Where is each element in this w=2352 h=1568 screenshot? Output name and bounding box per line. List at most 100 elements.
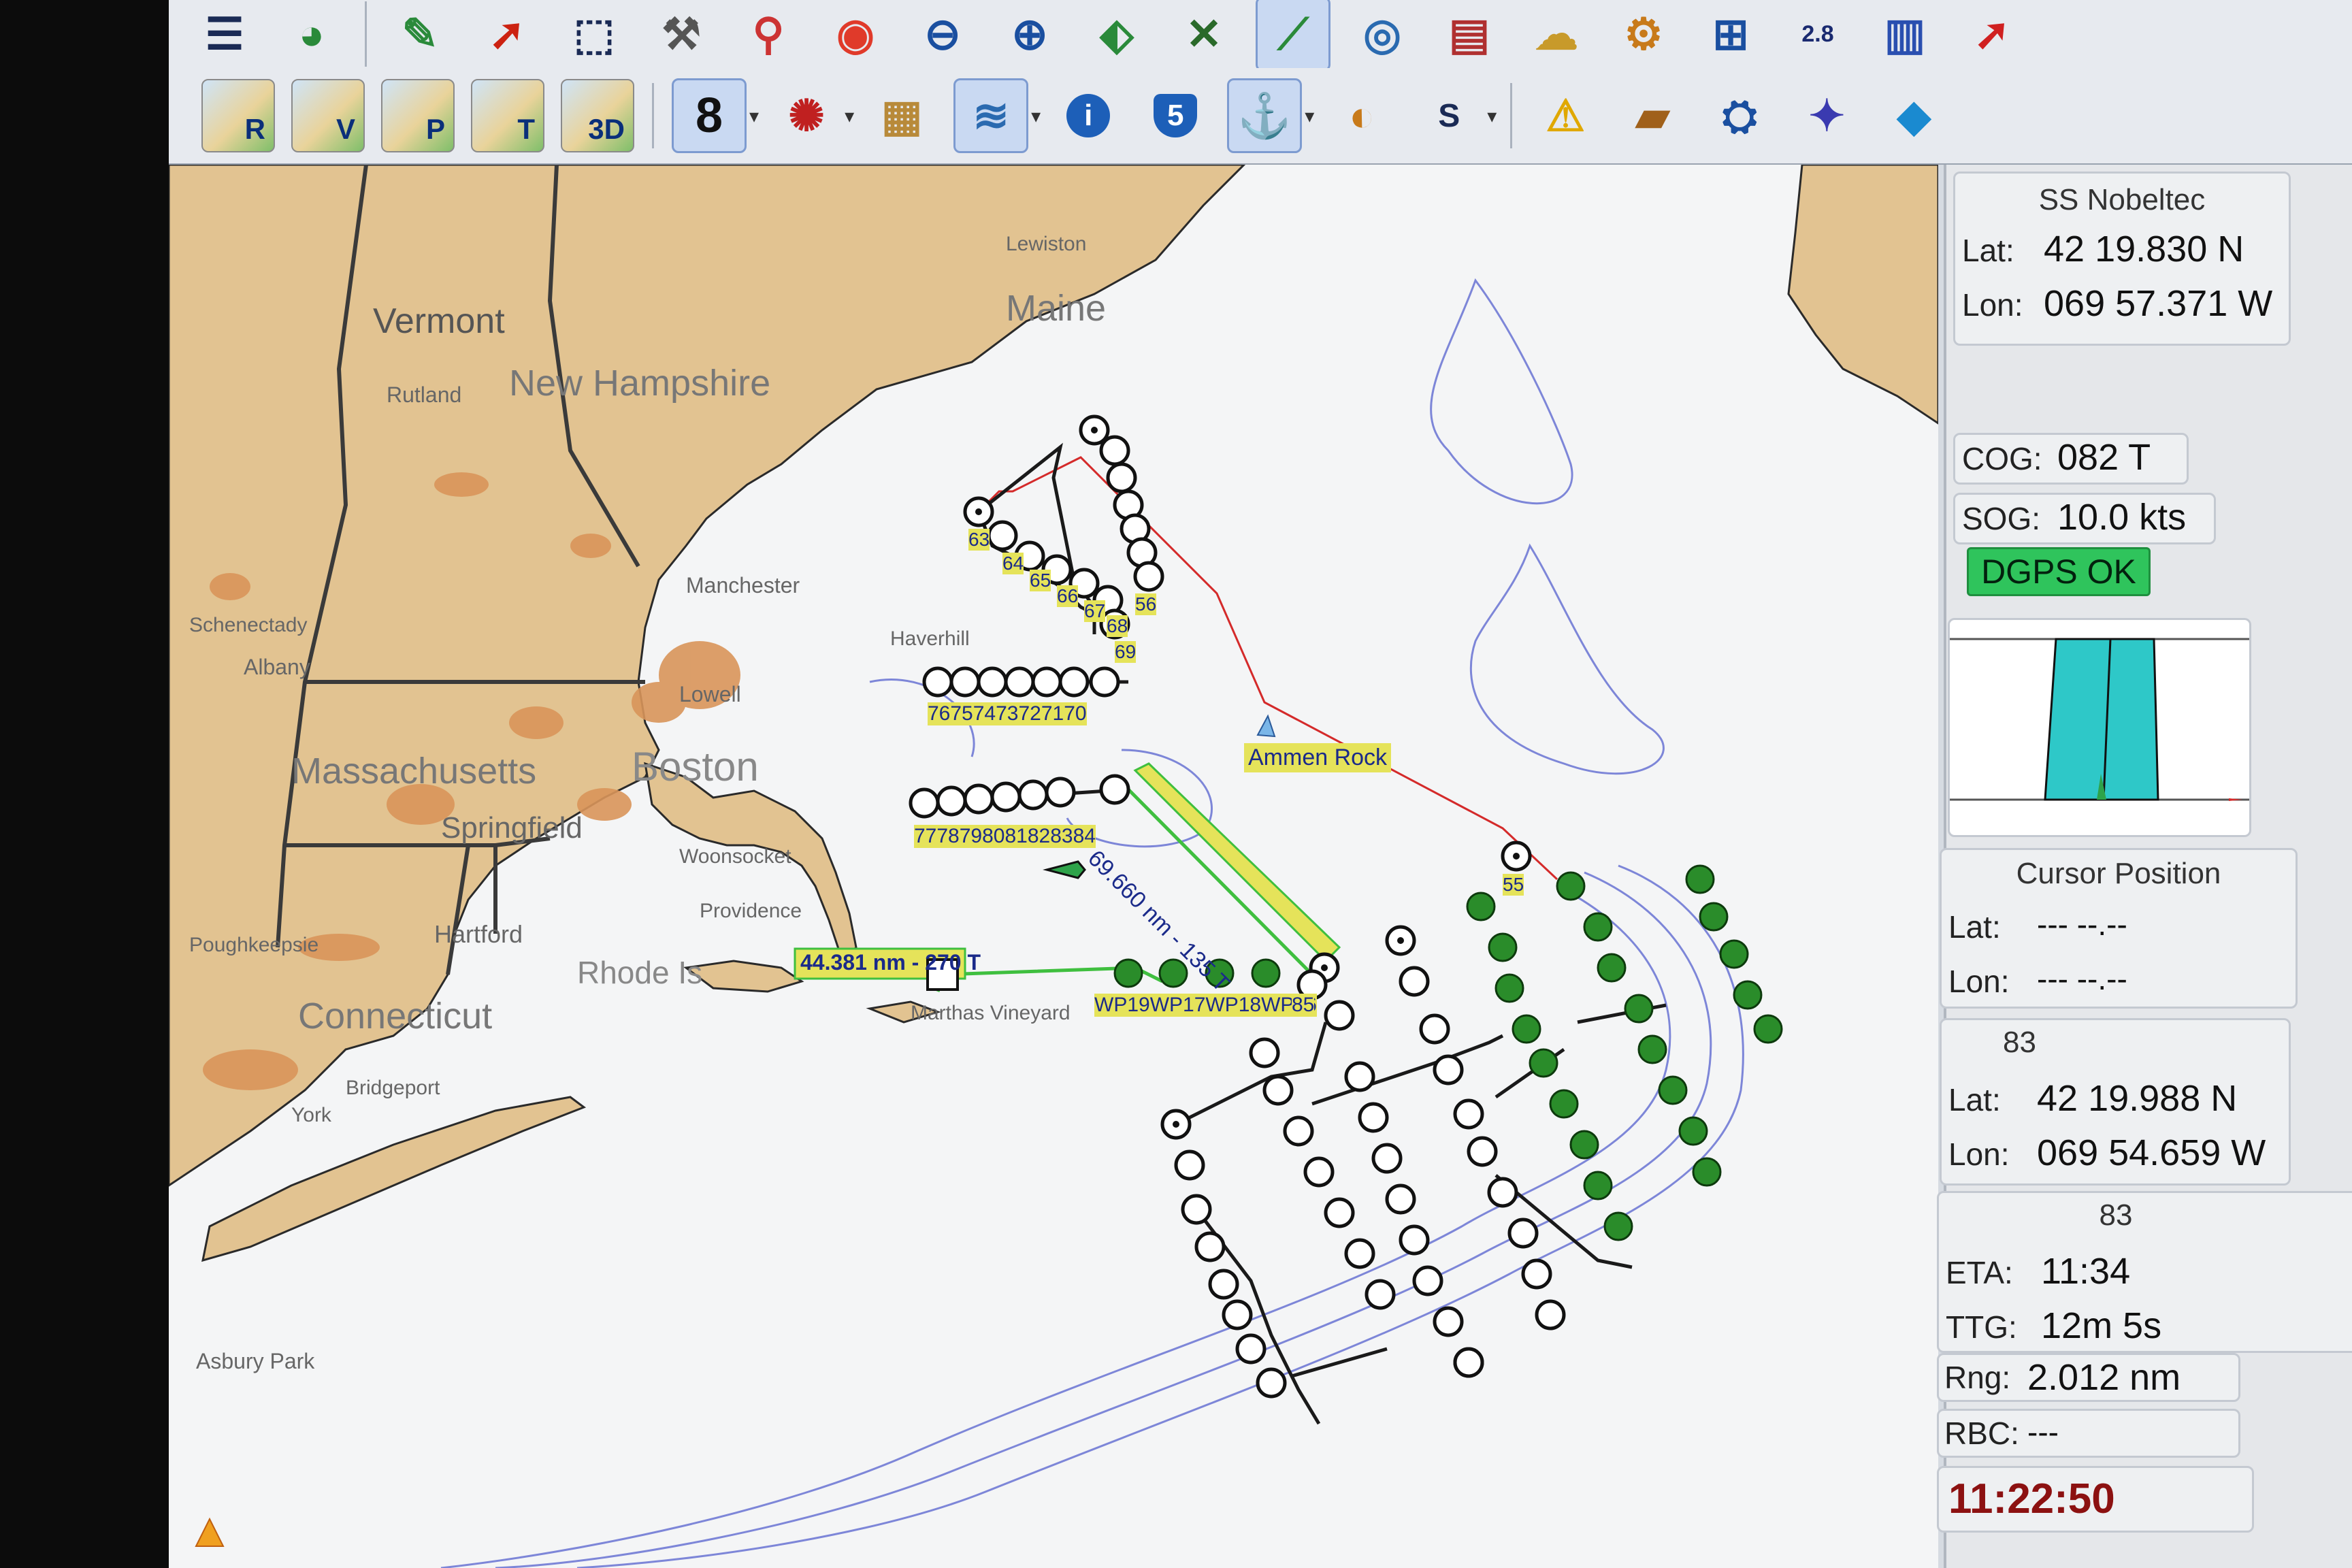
shield-5-icon[interactable]: 5 xyxy=(1140,80,1211,151)
map-pin-icon[interactable]: ⚲ xyxy=(733,0,804,69)
zoom-level-icon[interactable]: 8 xyxy=(672,78,747,153)
vector-chart-icon[interactable]: V xyxy=(291,79,365,152)
chevron-down-icon[interactable]: ▾ xyxy=(1487,105,1497,127)
gem-icon[interactable]: ◆ xyxy=(1878,80,1949,151)
arrow-icon[interactable]: ➚ xyxy=(1957,0,2027,69)
sog-box: SOG: 10.0 kts xyxy=(1953,493,2216,544)
hammer-icon[interactable]: ⚒ xyxy=(646,0,717,69)
label-poughkeepsie: Poughkeepsie xyxy=(189,934,319,956)
rbc-value: --- xyxy=(2027,1414,2059,1450)
globe-icon[interactable]: ◕ xyxy=(276,0,347,69)
label-manchester: Manchester xyxy=(686,573,800,598)
nautical-chart-map[interactable]: Vermont New Hampshire Maine Massachusett… xyxy=(169,165,1938,1568)
chevron-down-icon[interactable]: ▾ xyxy=(1305,105,1314,127)
terrain-chart-icon[interactable]: T xyxy=(471,79,544,152)
cursor-position-title: Cursor Position xyxy=(2016,857,2221,890)
label-connecticut: Connecticut xyxy=(298,996,493,1036)
chevron-down-icon[interactable]: ▾ xyxy=(1031,105,1041,127)
3d-chart-icon[interactable]: 3D xyxy=(561,79,634,152)
waypoint-lon-value: 069 54.659 W xyxy=(2037,1132,2266,1173)
photo-chart-icon[interactable]: P xyxy=(381,79,455,152)
waypoint-lon-label: Lon: xyxy=(1948,1137,2010,1172)
chevron-down-icon[interactable]: ▾ xyxy=(845,105,854,127)
target-icon[interactable]: ◎ xyxy=(1347,0,1418,69)
anchor-icon[interactable]: ⚓ xyxy=(1227,78,1303,153)
raster-chart-icon[interactable]: R xyxy=(201,79,275,152)
zoom-level-label: 8 xyxy=(695,88,723,143)
label-bridgeport: Bridgeport xyxy=(346,1077,440,1099)
dgps-status-badge: DGPS OK xyxy=(1967,547,2151,596)
ttg-value: 12m 5s xyxy=(2041,1305,2162,1346)
waypoint-label: 65 xyxy=(1030,570,1051,591)
gps-histogram xyxy=(1948,618,2251,837)
label-lowell: Lowell xyxy=(679,682,741,706)
waypoint-lat-value: 42 19.988 N xyxy=(2037,1078,2238,1119)
zoom-in-icon[interactable]: ⊕ xyxy=(994,0,1065,69)
rbc-box: RBC: --- xyxy=(1937,1409,2240,1458)
shield-label: 5 xyxy=(1154,94,1198,137)
3d-chart-label: 3D xyxy=(588,113,625,145)
route-icon[interactable]: ⟋ xyxy=(1256,0,1330,71)
label-haverhill: Haverhill xyxy=(890,627,970,650)
label-vermont: Vermont xyxy=(373,301,505,341)
select-box-icon[interactable]: ⬚ xyxy=(559,0,630,69)
waypoint-box: 83 Lat: 42 19.988 N Lon: 069 54.659 W xyxy=(1940,1018,2291,1186)
select-cursor-icon[interactable]: ➚ xyxy=(472,0,542,69)
waypoint-title: 83 xyxy=(2003,1026,2036,1059)
network-icon[interactable]: ⛭ xyxy=(1704,80,1775,151)
chart-overlay-icon[interactable]: ▦ xyxy=(866,80,937,151)
label-asbury-park: Asbury Park xyxy=(196,1349,315,1373)
label-maine: Maine xyxy=(1006,288,1107,329)
waypoint-label: WP19WP17WP18WP16 xyxy=(1094,994,1317,1017)
histogram-svg xyxy=(1950,638,2249,801)
ruler-icon[interactable]: 2.8 xyxy=(1782,0,1853,69)
label-ammen-rock: Ammen Rock xyxy=(1244,743,1392,772)
cursor-lat-label: Lat: xyxy=(1948,909,2001,945)
waypoint-lat-label: Lat: xyxy=(1948,1082,2001,1117)
weather-icon[interactable]: ☁ xyxy=(1521,0,1592,69)
label-albany: Albany xyxy=(244,655,310,679)
lifebuoy-icon[interactable]: ◉ xyxy=(820,0,891,69)
gear-icon[interactable]: ⚙ xyxy=(1608,0,1679,69)
waypoint-label: 66 xyxy=(1057,585,1079,607)
compass-icon[interactable]: ✕ xyxy=(1169,0,1239,69)
wizard-icon[interactable]: ✦ xyxy=(1791,80,1862,151)
terrain-chart-label: T xyxy=(517,113,535,145)
s-tool-label: S xyxy=(1438,97,1460,134)
route-distance-label-2: 44.381 nm - 270 T xyxy=(800,950,981,975)
sog-value: 10.0 kts xyxy=(2057,497,2187,538)
waypoint-label: 76757473727170 xyxy=(928,702,1087,725)
info-panel: SS Nobeltec Lat: 42 19.830 N Lon: 069 57… xyxy=(1937,165,2352,1568)
palette-icon[interactable]: ◐ xyxy=(1326,80,1397,151)
pen-icon[interactable]: ✎ xyxy=(385,0,455,69)
photo-chart-label: P xyxy=(425,113,445,145)
ttg-label: TTG: xyxy=(1946,1309,2017,1345)
label-boston: Boston xyxy=(632,744,759,789)
waypoint-label: 55 xyxy=(1503,874,1524,896)
clock: 11:22:50 xyxy=(1948,1475,2115,1522)
radar-icon[interactable]: ✺ xyxy=(771,80,842,151)
zoom-out-icon[interactable]: ⊖ xyxy=(907,0,978,69)
chartbook-icon[interactable]: ▰ xyxy=(1617,80,1688,151)
cog-label: COG: xyxy=(1962,441,2042,476)
info-icon[interactable]: i xyxy=(1053,80,1124,151)
marker-icon[interactable]: ⬖ xyxy=(1081,0,1152,69)
layers-icon[interactable]: ▤ xyxy=(1434,0,1505,69)
depth-shading-icon[interactable]: ≋ xyxy=(953,78,1029,153)
phone-icon[interactable]: ▥ xyxy=(1869,0,1940,69)
range-label: Rng: xyxy=(1944,1360,2011,1395)
raster-chart-label: R xyxy=(244,113,265,145)
s-tool-icon[interactable]: S xyxy=(1414,80,1484,151)
chevron-down-icon[interactable]: ▾ xyxy=(749,105,759,127)
sog-label: SOG: xyxy=(1962,501,2041,536)
waypoint-label: 69 xyxy=(1115,641,1137,663)
properties-icon[interactable]: ☰ xyxy=(189,0,260,69)
range-value: 2.012 nm xyxy=(2027,1357,2181,1398)
split-view-icon[interactable]: ⊞ xyxy=(1695,0,1766,69)
vessel-lon-value: 069 57.371 W xyxy=(2044,283,2273,324)
cursor-position-box: Cursor Position Lat: --- --.-- Lon: --- … xyxy=(1940,848,2298,1009)
top-toolbar: ☰ ◕ ✎ ➚ ⬚ ⚒ ⚲ ◉ ⊖ ⊕ ⬖ ✕ ⟋ ◎ ▤ ☁ ⚙ ⊞ 2.8 … xyxy=(169,0,2352,71)
warning-icon[interactable]: ⚠ xyxy=(1530,80,1601,151)
label-hartford: Hartford xyxy=(434,920,523,948)
rbc-label: RBC: xyxy=(1944,1416,2019,1451)
